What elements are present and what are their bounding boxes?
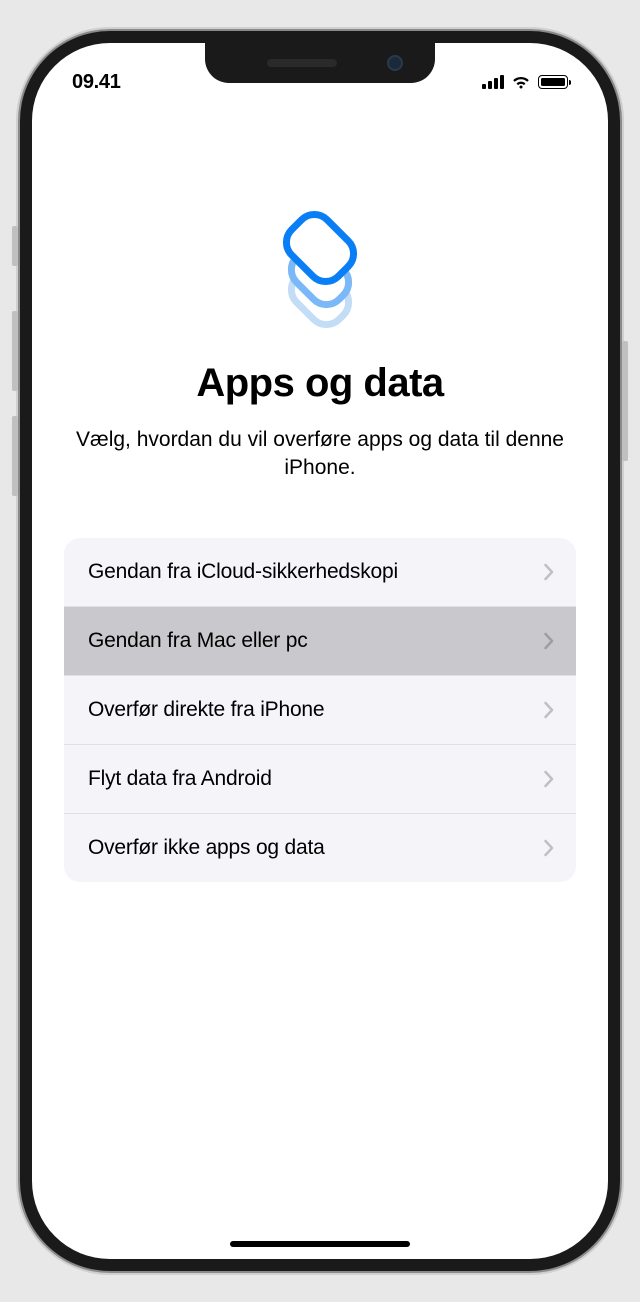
status-time: 09.41 <box>72 71 121 94</box>
mute-switch <box>12 226 18 266</box>
page-title: Apps og data <box>196 361 443 406</box>
screen: 09.41 <box>32 43 608 1259</box>
power-button <box>622 341 628 461</box>
wifi-icon <box>511 74 531 90</box>
page-subtitle: Vælg, hvordan du vil overføre apps og da… <box>64 426 576 483</box>
cellular-signal-icon <box>482 75 504 89</box>
battery-icon <box>538 75 568 89</box>
chevron-right-icon <box>544 563 554 581</box>
iphone-device-frame: 09.41 <box>20 31 620 1271</box>
chevron-right-icon <box>544 839 554 857</box>
main-content: Apps og data Vælg, hvordan du vil overfø… <box>32 101 608 882</box>
chevron-right-icon <box>544 770 554 788</box>
option-restore-icloud[interactable]: Gendan fra iCloud-sikkerhedskopi <box>64 538 576 607</box>
volume-down-button <box>12 416 18 496</box>
option-label: Overfør ikke apps og data <box>88 836 325 860</box>
data-stack-icon <box>265 201 375 331</box>
option-restore-mac-pc[interactable]: Gendan fra Mac eller pc <box>64 607 576 676</box>
option-move-android[interactable]: Flyt data fra Android <box>64 745 576 814</box>
option-transfer-iphone[interactable]: Overfør direkte fra iPhone <box>64 676 576 745</box>
status-icons <box>482 74 568 90</box>
front-camera <box>387 55 403 71</box>
speaker-grille <box>267 59 337 67</box>
option-label: Gendan fra iCloud-sikkerhedskopi <box>88 560 398 584</box>
notch <box>205 43 435 83</box>
home-indicator[interactable] <box>230 1241 410 1247</box>
volume-up-button <box>12 311 18 391</box>
chevron-right-icon <box>544 701 554 719</box>
options-list: Gendan fra iCloud-sikkerhedskopi Gendan … <box>64 538 576 882</box>
option-label: Gendan fra Mac eller pc <box>88 629 308 653</box>
option-label: Overfør direkte fra iPhone <box>88 698 324 722</box>
option-label: Flyt data fra Android <box>88 767 272 791</box>
option-dont-transfer[interactable]: Overfør ikke apps og data <box>64 814 576 882</box>
chevron-right-icon <box>544 632 554 650</box>
